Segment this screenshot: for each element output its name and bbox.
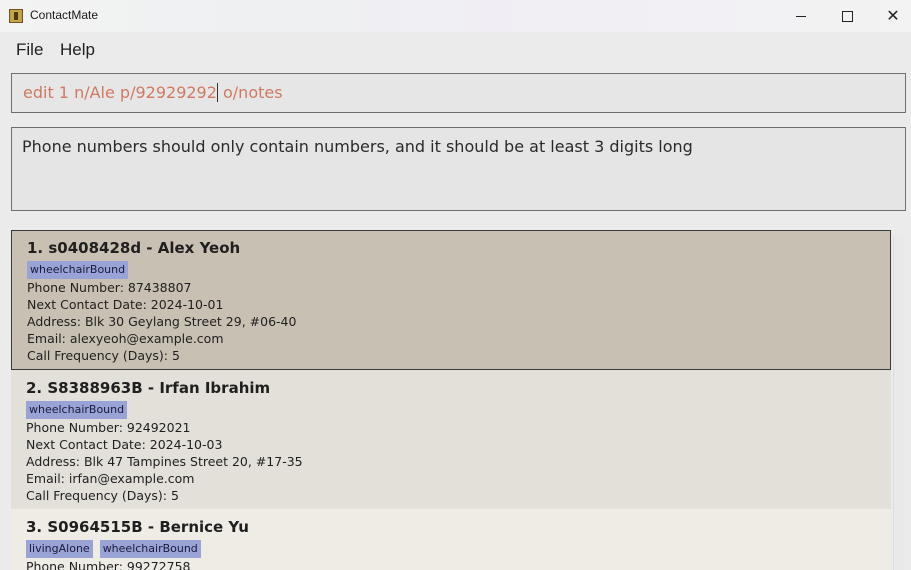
address-field: Address: Blk 30 Geylang Street 29, #06-4… xyxy=(27,314,297,329)
list-scrollbar[interactable] xyxy=(893,236,904,570)
person-header: 1. s0408428d - Alex Yeoh xyxy=(27,239,241,257)
tag: wheelchairBound xyxy=(27,261,129,279)
minimize-icon xyxy=(796,15,806,17)
address-field: Address: Blk 47 Tampines Street 20, #17-… xyxy=(26,454,303,469)
call-frequency-field: Call Frequency (Days): 5 xyxy=(27,348,180,363)
phone-field: Phone Number: 99272758 xyxy=(26,559,191,570)
app-icon xyxy=(9,9,23,23)
phone-field: Phone Number: 92492021 xyxy=(26,420,191,435)
person-card[interactable]: 1. s0408428d - Alex Yeoh wheelchairBound… xyxy=(11,230,891,370)
title-bar: ContactMate ✕ xyxy=(0,0,911,32)
person-card[interactable]: 3. S0964515B - Bernice Yu livingAlone wh… xyxy=(11,509,891,570)
person-header: 3. S0964515B - Bernice Yu xyxy=(26,518,249,536)
email-field: Email: alexyeoh@example.com xyxy=(27,331,224,346)
close-button[interactable]: ✕ xyxy=(870,0,911,32)
command-input[interactable]: edit 1 n/Ale p/92929292 o/notes xyxy=(23,83,283,102)
next-contact-field: Next Contact Date: 2024-10-03 xyxy=(26,437,223,452)
menu-file[interactable]: File xyxy=(16,40,43,60)
tag: wheelchairBound xyxy=(26,401,128,419)
tag: livingAlone xyxy=(26,540,93,558)
window-title: ContactMate xyxy=(30,8,99,22)
person-card[interactable]: 2. S8388963B - Irfan Ibrahim wheelchairB… xyxy=(11,370,891,509)
call-frequency-field: Call Frequency (Days): 5 xyxy=(26,488,179,503)
menu-bar: File Help xyxy=(0,32,911,68)
person-header: 2. S8388963B - Irfan Ibrahim xyxy=(26,379,271,397)
tag-list: wheelchairBound xyxy=(27,261,890,279)
result-message: Phone numbers should only contain number… xyxy=(22,137,693,156)
command-text-before-caret: edit 1 n/Ale p/92929292 xyxy=(23,83,217,102)
result-display: Phone numbers should only contain number… xyxy=(11,127,906,211)
tag: wheelchairBound xyxy=(99,540,201,558)
phone-field: Phone Number: 87438807 xyxy=(27,280,192,295)
maximize-icon xyxy=(841,10,853,22)
person-list[interactable]: 1. s0408428d - Alex Yeoh wheelchairBound… xyxy=(11,230,891,570)
tag-list: wheelchairBound xyxy=(26,401,891,419)
close-icon: ✕ xyxy=(886,6,900,25)
command-box[interactable]: edit 1 n/Ale p/92929292 o/notes xyxy=(11,73,906,113)
command-text-after-caret: o/notes xyxy=(217,83,283,102)
maximize-button[interactable] xyxy=(824,0,870,32)
menu-help[interactable]: Help xyxy=(60,40,95,60)
email-field: Email: irfan@example.com xyxy=(26,471,195,486)
minimize-button[interactable] xyxy=(778,0,824,32)
next-contact-field: Next Contact Date: 2024-10-01 xyxy=(27,297,224,312)
tag-list: livingAlone wheelchairBound xyxy=(26,540,891,558)
